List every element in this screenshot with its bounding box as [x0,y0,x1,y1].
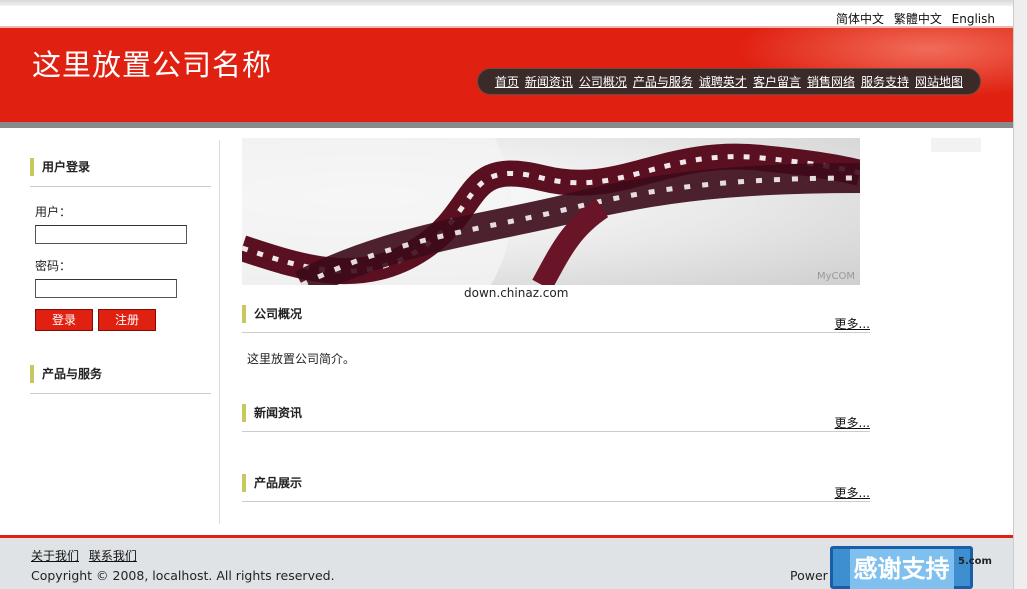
thanks-badge: 感谢支持 [830,546,973,589]
right-panel-placeholder [931,138,981,152]
nav-item-home[interactable]: 首页 [495,73,519,90]
divider [242,332,870,333]
corner-watermark: 5.com [958,556,992,567]
thanks-text: 感谢支持 [849,549,954,589]
banner-image: MyCOM [242,138,860,285]
language-switcher: 简体中文 繁體中文 English [830,10,995,27]
divider [242,431,870,432]
nav-item-news[interactable]: 新闻资讯 [525,73,573,90]
nav-item-sitemap[interactable]: 网站地图 [915,73,963,90]
nav-item-sales[interactable]: 销售网络 [807,73,855,90]
lang-traditional-link[interactable]: 繁體中文 [894,12,942,26]
top-edge [0,0,1013,6]
divider [30,186,211,187]
about-more-link[interactable]: 更多... [835,315,870,332]
nav-item-products[interactable]: 产品与服务 [633,73,693,90]
about-intro-text: 这里放置公司简介。 [247,352,356,366]
products-section: 产品展示 更多... [242,474,870,502]
company-name: 这里放置公司名称 [32,48,273,82]
about-section: 公司概况 更多... [242,305,870,333]
user-label: 用户： [35,205,72,219]
film-strip-illustration: MyCOM [242,138,860,285]
sidebar: 用户登录 用户： 密码： 登录 注册 产品与服务 [30,140,220,524]
password-input[interactable] [35,279,177,298]
about-section-title: 公司概况 [242,305,870,323]
vertical-scrollbar[interactable] [1013,0,1027,589]
footer-contact-link[interactable]: 联系我们 [89,549,137,563]
nav-item-jobs[interactable]: 诚聘英才 [699,73,747,90]
divider [242,501,870,502]
news-section-title: 新闻资讯 [242,404,870,422]
news-more-link[interactable]: 更多... [835,414,870,431]
nav-item-guestbook[interactable]: 客户留言 [753,73,801,90]
login-section-title: 用户登录 [30,158,219,176]
divider [30,393,211,394]
password-label: 密码： [35,259,72,273]
nav-item-support[interactable]: 服务支持 [861,73,909,90]
lang-english-link[interactable]: English [952,12,995,26]
site-header: 这里放置公司名称 首页 新闻资讯 公司概况 产品与服务 诚聘英才 客户留言 销售… [0,26,1013,122]
copyright-text: Copyright © 2008, localhost. All rights … [31,568,335,583]
products-services-title: 产品与服务 [30,365,219,383]
products-section-title: 产品展示 [242,474,870,492]
main-nav: 首页 新闻资讯 公司概况 产品与服务 诚聘英才 客户留言 销售网络 服务支持 网… [476,68,981,95]
nav-item-about[interactable]: 公司概况 [579,73,627,90]
products-more-link[interactable]: 更多... [835,484,870,501]
username-input[interactable] [35,225,187,244]
register-button[interactable]: 注册 [98,309,156,331]
news-section: 新闻资讯 更多... [242,404,870,432]
banner-caption: down.chinaz.com [464,286,569,300]
login-button[interactable]: 登录 [35,309,93,331]
banner-watermark: MyCOM [817,271,855,282]
powered-by-text: Power [790,568,828,583]
footer-about-link[interactable]: 关于我们 [31,549,79,563]
lang-simplified-link[interactable]: 简体中文 [836,12,884,26]
header-divider [0,122,1013,128]
